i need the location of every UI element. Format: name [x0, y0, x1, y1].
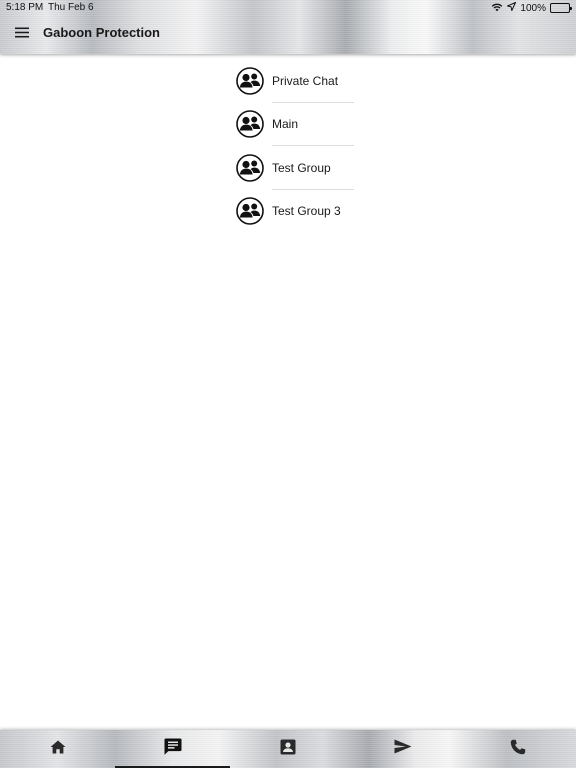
bottom-tab-bar [0, 730, 576, 768]
group-avatar-icon [236, 66, 264, 95]
chat-item-label: Test Group [272, 160, 331, 175]
phone-icon [510, 739, 526, 760]
group-avatar-icon [236, 110, 264, 139]
page-title: Gaboon Protection [43, 25, 160, 40]
tab-phone[interactable] [461, 730, 576, 768]
tab-contacts[interactable] [230, 730, 345, 768]
group-avatar-icon [236, 197, 264, 226]
chat-icon [164, 738, 182, 760]
chat-item-test-group[interactable]: Test Group [236, 146, 354, 190]
chat-list: Private Chat Main Test Group Test Group … [236, 59, 354, 233]
location-arrow-icon [506, 1, 517, 14]
tab-home[interactable] [0, 730, 115, 768]
status-bar: 5:18 PM Thu Feb 6 100% [0, 0, 576, 16]
contact-card-icon [280, 739, 296, 760]
toolbar: Gaboon Protection [0, 16, 576, 54]
home-icon [50, 740, 66, 759]
wifi-icon [491, 2, 503, 15]
tab-send[interactable] [346, 730, 461, 768]
status-date: Thu Feb 6 [48, 2, 94, 13]
chat-item-private-chat[interactable]: Private Chat [236, 59, 354, 103]
app-header: 5:18 PM Thu Feb 6 100% Gaboon Protection [0, 0, 576, 54]
send-icon [394, 739, 412, 759]
group-avatar-icon [236, 153, 264, 182]
chat-item-main[interactable]: Main [236, 103, 354, 146]
app-screen: 5:18 PM Thu Feb 6 100% Gaboon Protection… [0, 0, 576, 768]
chat-item-test-group-3[interactable]: Test Group 3 [236, 190, 354, 234]
chat-item-label: Main [272, 117, 299, 132]
menu-button[interactable] [10, 22, 34, 46]
status-time: 5:18 PM [6, 2, 44, 13]
chat-item-label: Private Chat [272, 73, 339, 88]
hamburger-menu-icon [15, 25, 29, 43]
battery-percent: 100% [520, 2, 546, 14]
battery-icon [550, 3, 572, 13]
chat-item-label: Test Group 3 [272, 204, 341, 219]
status-indicators: 100% [491, 1, 572, 15]
tab-chat[interactable] [115, 730, 231, 768]
